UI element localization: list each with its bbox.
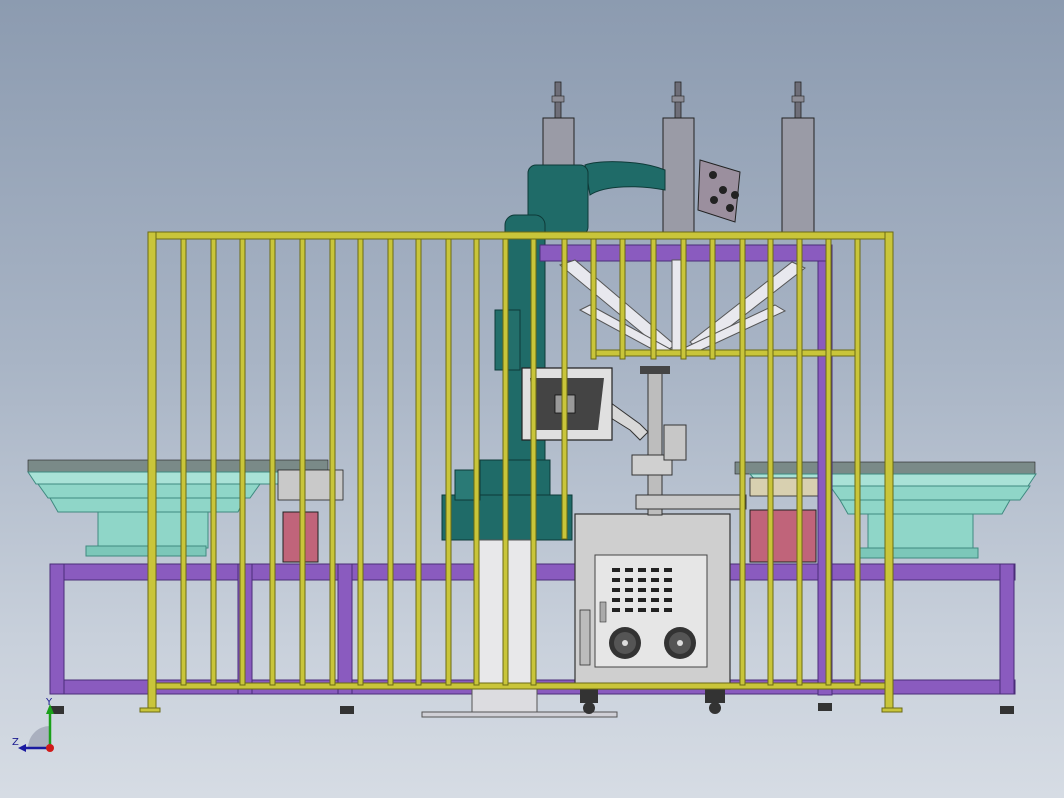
triad-y-label: Y <box>45 697 53 708</box>
overhead-cylinder-right <box>781 81 815 237</box>
coordinate-triad-icon: Y Z <box>12 697 54 752</box>
gripper-tool[interactable] <box>697 159 741 223</box>
overhead-cylinder-middle <box>662 81 695 237</box>
machine-assembly-view: Y Z <box>12 81 1037 752</box>
laser-head-stand <box>631 366 747 516</box>
cad-viewport[interactable]: Y Z <box>0 0 1064 798</box>
cooling-fan-left-icon <box>609 627 641 659</box>
monitor-on-arm[interactable] <box>521 367 649 441</box>
triad-z-label: Z <box>12 737 19 748</box>
cooling-fan-right-icon <box>664 627 696 659</box>
